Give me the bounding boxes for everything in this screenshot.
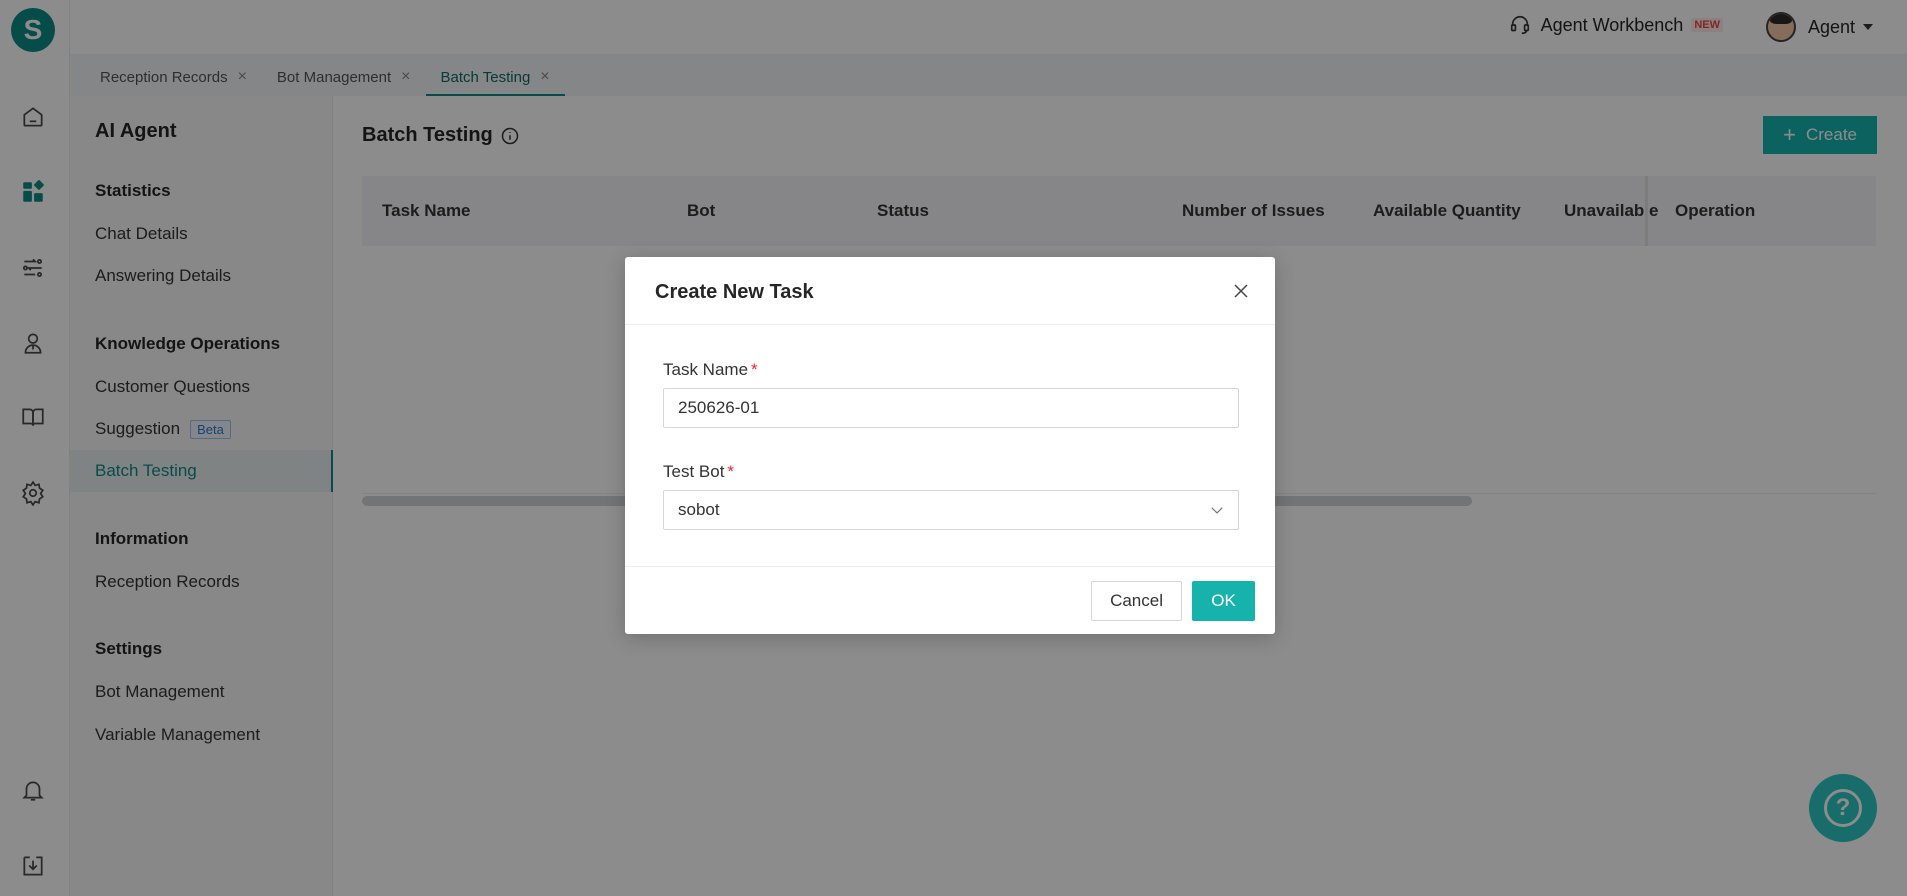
ok-button[interactable]: OK (1192, 581, 1255, 621)
task-name-input[interactable] (663, 388, 1239, 428)
required-mark: * (727, 462, 735, 481)
test-bot-label-text: Test Bot (663, 462, 725, 481)
dialog-title: Create New Task (655, 281, 814, 303)
cancel-button[interactable]: Cancel (1091, 581, 1182, 621)
test-bot-label: Test Bot * (663, 462, 734, 482)
test-bot-select[interactable]: sobot (663, 490, 1239, 530)
dialog-header: Create New Task (625, 257, 1275, 325)
task-name-label: Task Name * (663, 360, 758, 380)
required-mark: * (751, 360, 758, 379)
create-task-dialog: Create New Task Task Name* Test Bot* sob… (625, 257, 1275, 634)
chevron-down-icon (1211, 507, 1223, 514)
dialog-footer: Cancel OK (625, 566, 1275, 634)
task-name-label-text: Task Name (663, 360, 749, 379)
test-bot-selected-value: sobot (678, 500, 720, 519)
close-icon[interactable] (1229, 279, 1253, 303)
